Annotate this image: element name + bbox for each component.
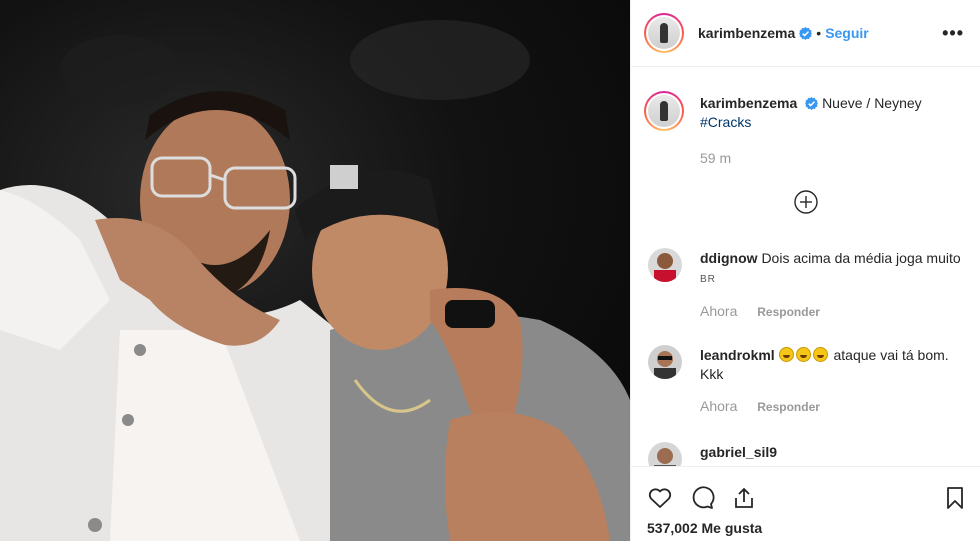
follow-button[interactable]: Seguir <box>825 25 869 41</box>
laughing-emoji-icon <box>778 347 794 362</box>
comment-username[interactable]: leandrokml <box>700 347 775 363</box>
reply-button[interactable]: Responder <box>757 305 820 319</box>
laughing-emoji-icon <box>812 347 828 362</box>
comments-list[interactable]: karimbenzema Nueve / Neyney #Cracks 59 m <box>631 68 980 466</box>
comment-item: ddignow Dois acima da média joga muito B… <box>648 248 964 319</box>
comment-item: leandrokml ataque vai tá bom. Kkk Ahora … <box>648 345 964 414</box>
comment-username[interactable]: ddignow <box>700 250 758 266</box>
brazil-flag-icon: BR <box>700 274 716 285</box>
share-icon[interactable] <box>731 485 757 511</box>
caption-time[interactable]: 59 m <box>700 150 731 166</box>
author-username[interactable]: karimbenzema <box>698 25 795 41</box>
caption-hashtag[interactable]: #Cracks <box>700 114 751 130</box>
comment-icon[interactable] <box>689 485 715 511</box>
verified-badge-icon <box>799 26 813 40</box>
reply-button[interactable]: Responder <box>757 400 820 414</box>
photo-illustration <box>0 20 630 541</box>
comment-item: gabriel_sil9 <box>648 442 964 466</box>
author-avatar[interactable] <box>644 13 684 53</box>
caption-username[interactable]: karimbenzema <box>700 95 797 111</box>
caption-avatar[interactable] <box>644 91 684 131</box>
comment-time[interactable]: Ahora <box>700 398 737 414</box>
header-separator: • <box>816 25 822 41</box>
post-caption: karimbenzema Nueve / Neyney #Cracks <box>644 91 964 132</box>
comment-avatar[interactable] <box>648 442 682 466</box>
bookmark-icon[interactable] <box>942 485 968 511</box>
laughing-emoji-icon <box>795 347 811 362</box>
likes-count[interactable]: 537,002 Me gusta <box>647 520 762 536</box>
verified-badge-icon <box>805 97 819 110</box>
caption-text: Nueve / Neyney <box>822 95 922 111</box>
comment-avatar[interactable] <box>648 248 682 282</box>
heart-icon[interactable] <box>647 485 673 511</box>
load-more-comments-icon[interactable] <box>794 190 818 214</box>
comment-time[interactable]: Ahora <box>700 303 737 319</box>
post-photo[interactable] <box>0 0 630 541</box>
comment-avatar[interactable] <box>648 345 682 379</box>
post-header: karimbenzema • Seguir ••• <box>631 0 980 67</box>
instagram-post-view: karimbenzema • Seguir ••• karimbenzema N… <box>0 0 980 541</box>
post-side-panel: karimbenzema • Seguir ••• karimbenzema N… <box>630 0 980 541</box>
comment-text: Dois acima da média joga muito <box>761 250 961 266</box>
comment-username[interactable]: gabriel_sil9 <box>700 444 777 460</box>
post-actions: 537,002 Me gusta <box>631 466 980 541</box>
more-options-icon[interactable]: ••• <box>942 23 964 44</box>
